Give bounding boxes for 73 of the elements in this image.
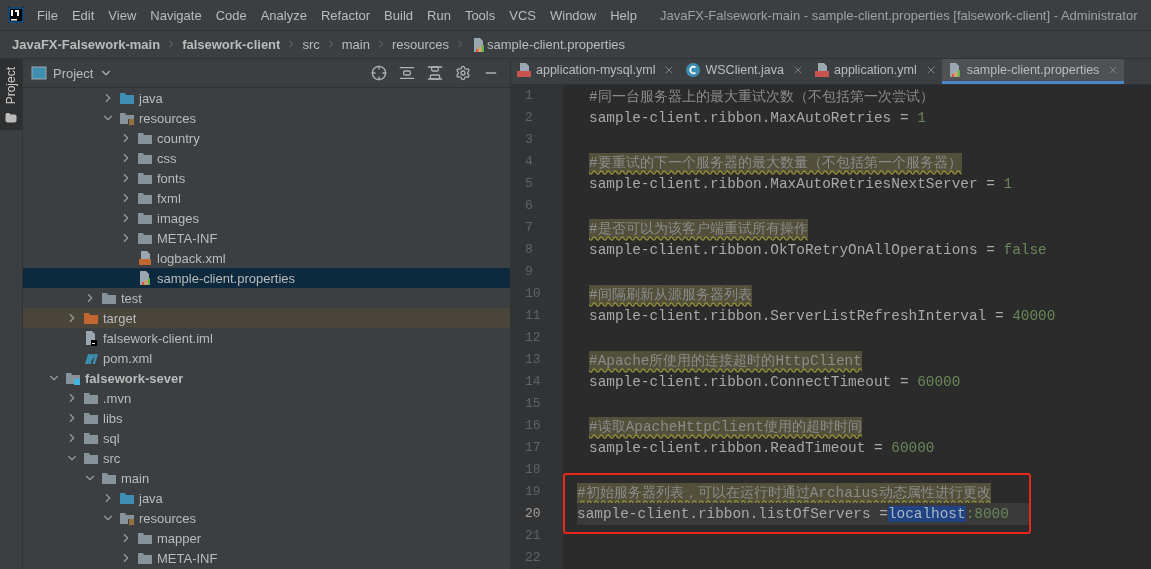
editor-tab[interactable]: application.yml — [809, 59, 942, 84]
tree-item[interactable]: sample-client.properties — [23, 268, 510, 288]
tree-item[interactable]: mapper — [23, 528, 510, 548]
property-key: sample-client.ribbon.ReadTimeout = — [589, 440, 892, 456]
code-comment: #读取ApacheHttpClient使用的超时时间 — [589, 416, 862, 436]
tree-item[interactable]: resources — [23, 508, 510, 528]
tree-item[interactable]: libs — [23, 408, 510, 428]
menu-item[interactable]: Refactor — [313, 7, 378, 23]
menu-item[interactable]: VCS — [502, 7, 543, 23]
property-value: 1 — [917, 110, 926, 126]
menu-item[interactable]: Tools — [457, 7, 503, 23]
menu-item[interactable]: Code — [208, 7, 254, 23]
window-title: JavaFX-Falsework-main - sample-client.properties [falsework-client] - Administrator — [659, 7, 1138, 23]
breadcrumb[interactable]: resources — [391, 37, 449, 52]
property-value: 60000 — [917, 374, 961, 390]
breadcrumb[interactable]: src — [302, 37, 320, 52]
tree-item[interactable]: country — [23, 128, 510, 148]
code-comment: #是否可以为该客户端重试所有操作 — [589, 218, 808, 238]
editor-tab[interactable]: application-mysql.yml — [511, 59, 681, 84]
tree-item[interactable]: resources — [23, 108, 510, 128]
editor-tab[interactable]: WSClient.java — [680, 59, 809, 84]
tree-item[interactable]: images — [23, 208, 510, 228]
property-key: sample-client.ribbon.MaxAutoRetriesNextServer = — [589, 176, 1004, 192]
tree-item[interactable]: css — [23, 148, 510, 168]
panel-title[interactable]: Project — [53, 65, 94, 81]
menu-item[interactable]: Window — [542, 7, 604, 23]
property-value: 60000 — [891, 440, 935, 456]
menu-item[interactable]: Analyze — [253, 7, 314, 23]
code-comment: #要重试的下一个服务器的最大数量（不包括第一个服务器） — [589, 152, 962, 172]
tree-item[interactable]: main — [23, 468, 510, 488]
code-comment: #间隔刷新从源服务器列表 — [589, 284, 752, 304]
tree-item[interactable]: target — [23, 308, 510, 328]
line-number: 20 — [524, 505, 542, 523]
menu-item[interactable]: Navigate — [143, 7, 209, 23]
tree-item[interactable]: fonts — [23, 168, 510, 188]
tree-item[interactable]: test — [23, 288, 510, 308]
breadcrumb[interactable]: main — [341, 37, 370, 52]
code-comment: #Apache所使用的连接超时的HttpClient — [589, 350, 862, 370]
selected-text: localhost — [887, 506, 966, 522]
property-value: 40000 — [1012, 308, 1056, 324]
menu-item[interactable]: View — [101, 7, 144, 23]
project-side-tab[interactable]: Project — [0, 59, 22, 131]
breadcrumb[interactable]: JavaFX-Falsework-main — [12, 37, 161, 52]
code-comment: #同一台服务器上的最大重试次数（不包括第一次尝试） — [589, 87, 934, 106]
menu-item[interactable]: Run — [420, 7, 458, 23]
menu-item[interactable]: Help — [603, 7, 644, 23]
property-value: :8000 — [965, 506, 1009, 522]
breadcrumb[interactable]: falsework-client — [182, 37, 281, 52]
tree-item[interactable]: fxml — [23, 188, 510, 208]
tree-item[interactable]: falsework-client.iml — [23, 328, 510, 348]
property-value: 1 — [1003, 176, 1013, 192]
property-key: sample-client.ribbon.ConnectTimeout = — [589, 374, 918, 390]
breadcrumb[interactable]: sample-client.properties — [487, 37, 625, 52]
menu-item[interactable]: File — [30, 7, 65, 23]
tree-item[interactable]: .mvn — [23, 388, 510, 408]
tree-item[interactable]: META-INF — [23, 548, 510, 568]
tree-item[interactable]: META-INF — [23, 228, 510, 248]
menu-item[interactable]: Edit — [64, 7, 102, 23]
property-key: sample-client.ribbon.MaxAutoRetries = — [589, 110, 918, 126]
property-value: false — [1003, 242, 1047, 258]
tree-item[interactable]: pom.xml — [23, 348, 510, 368]
tree-item[interactable]: java — [23, 488, 510, 508]
tree-item[interactable]: logback.xml — [23, 248, 510, 268]
editor-tab[interactable]: sample-client.properties — [941, 59, 1125, 84]
property-key: sample-client.ribbon.ServerListRefreshInterval = — [589, 308, 1013, 324]
tree-item[interactable]: sql — [23, 428, 510, 448]
property-key: sample-client.ribbon.OkToRetryOnAllOperations = — [589, 242, 1004, 258]
tree-item[interactable]: falsework-sever — [23, 368, 510, 388]
property-key: sample-client.ribbon.listOfServers = — [577, 506, 888, 522]
tree-item[interactable]: java — [23, 88, 510, 108]
menu-item[interactable]: Build — [377, 7, 420, 23]
code-comment: #初始服务器列表，可以在运行时通过Archaius动态属性进行更改 — [577, 482, 991, 502]
tree-item[interactable]: src — [23, 448, 510, 468]
